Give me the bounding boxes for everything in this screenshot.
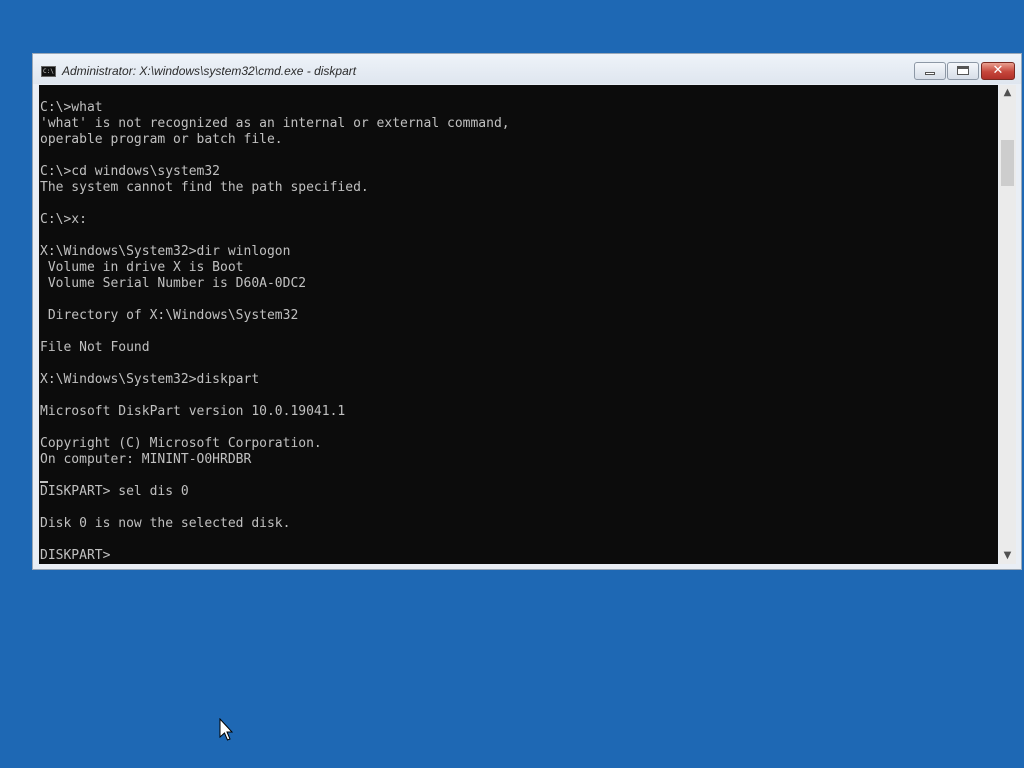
console-line: DISKPART> sel dis 0 bbox=[40, 484, 189, 499]
console-output[interactable]: C:\>what'what' is not recognized as an i… bbox=[39, 85, 998, 564]
close-icon: ✕ bbox=[992, 63, 1004, 78]
chevron-up-icon[interactable]: ▲ bbox=[999, 85, 1016, 101]
console-line: Volume Serial Number is D60A-0DC2 bbox=[40, 276, 307, 291]
console-line: X:\Windows\System32>dir winlogon bbox=[40, 244, 291, 259]
maximize-icon bbox=[957, 66, 969, 75]
console-line: DISKPART> bbox=[40, 548, 119, 563]
mouse-pointer-icon bbox=[219, 718, 233, 741]
console-line: Disk 0 is now the selected disk. bbox=[40, 516, 291, 531]
minimize-icon bbox=[925, 72, 935, 75]
close-button[interactable]: ✕ bbox=[981, 62, 1015, 80]
console-line: Copyright (C) Microsoft Corporation. bbox=[40, 436, 322, 451]
console-line: C:\>what bbox=[40, 100, 103, 115]
console-line: C:\>cd windows\system32 bbox=[40, 164, 221, 179]
console-lines: C:\>what'what' is not recognized as an i… bbox=[40, 100, 510, 564]
console-line: Directory of X:\Windows\System32 bbox=[40, 308, 299, 323]
vertical-scrollbar[interactable]: ▲ ▼ bbox=[999, 85, 1016, 564]
window-title: Administrator: X:\windows\system32\cmd.e… bbox=[62, 64, 357, 78]
minimize-button[interactable] bbox=[914, 62, 946, 80]
console-line: C:\>x: bbox=[40, 212, 87, 227]
scrollbar-thumb[interactable] bbox=[1001, 140, 1014, 186]
console-line: operable program or batch file. bbox=[40, 132, 283, 147]
chevron-down-icon[interactable]: ▼ bbox=[999, 548, 1016, 564]
cmd-window[interactable]: C:\ Administrator: X:\windows\system32\c… bbox=[32, 53, 1022, 570]
maximize-button[interactable] bbox=[947, 62, 979, 80]
console-line: Volume in drive X is Boot bbox=[40, 260, 244, 275]
console-line: File Not Found bbox=[40, 340, 150, 355]
console-line: 'what' is not recognized as an internal … bbox=[40, 116, 510, 131]
cmd-icon: C:\ bbox=[41, 66, 56, 77]
text-cursor-mark bbox=[40, 481, 48, 483]
console-line: On computer: MININT-O0HRDBR bbox=[40, 452, 252, 467]
console-line: The system cannot find the path specifie… bbox=[40, 180, 369, 195]
title-bar[interactable]: C:\ Administrator: X:\windows\system32\c… bbox=[33, 54, 1021, 84]
console-line: Microsoft DiskPart version 10.0.19041.1 bbox=[40, 404, 346, 419]
console-line: X:\Windows\System32>diskpart bbox=[40, 372, 260, 387]
